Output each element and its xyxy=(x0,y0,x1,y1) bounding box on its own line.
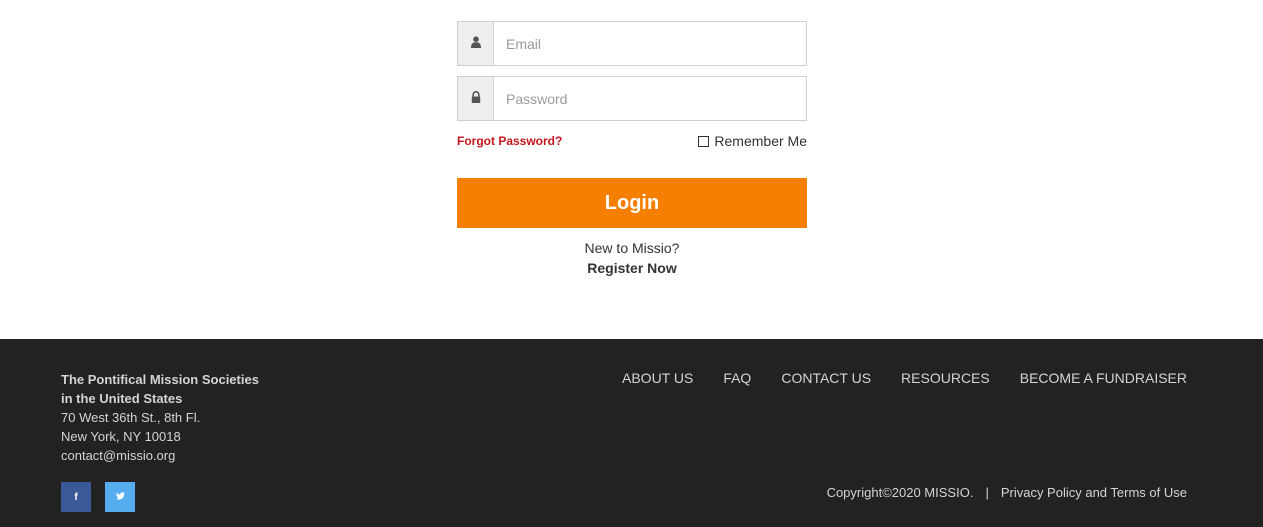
password-input[interactable] xyxy=(494,77,806,120)
nav-about-us[interactable]: ABOUT US xyxy=(622,370,693,386)
lock-icon xyxy=(471,90,481,108)
nav-faq[interactable]: FAQ xyxy=(723,370,751,386)
remember-me-label: Remember Me xyxy=(714,133,807,149)
privacy-link[interactable]: Privacy Policy and Terms of Use xyxy=(1001,485,1187,500)
email-input[interactable] xyxy=(494,22,806,65)
footer: The Pontifical Mission Societies in the … xyxy=(0,339,1263,527)
twitter-button[interactable] xyxy=(105,482,135,512)
footer-nav: ABOUT US FAQ CONTACT US RESOURCES BECOME… xyxy=(622,370,1187,386)
login-form: Forgot Password? Remember Me Login New t… xyxy=(457,21,807,276)
password-addon xyxy=(458,77,494,120)
separator: | xyxy=(985,485,989,500)
org-info: The Pontifical Mission Societies in the … xyxy=(61,370,259,465)
email-field-group xyxy=(457,21,807,66)
facebook-button[interactable]: f xyxy=(61,482,91,512)
forgot-password-link[interactable]: Forgot Password? xyxy=(457,134,562,148)
facebook-icon: f xyxy=(74,491,78,503)
login-options-row: Forgot Password? Remember Me xyxy=(457,129,807,153)
twitter-icon xyxy=(115,491,125,503)
login-button[interactable]: Login xyxy=(457,178,807,228)
address-line2: New York, NY 10018 xyxy=(61,429,181,444)
contact-email[interactable]: contact@missio.org xyxy=(61,446,259,465)
register-link[interactable]: Register Now xyxy=(457,260,807,276)
footer-bottom: Copyright©2020 MISSIO. | Privacy Policy … xyxy=(827,485,1187,500)
org-name-line1: The Pontifical Mission Societies xyxy=(61,372,259,387)
social-links: f xyxy=(61,482,135,512)
address-line1: 70 West 36th St., 8th Fl. xyxy=(61,410,201,425)
copyright: Copyright©2020 MISSIO. xyxy=(826,485,974,500)
email-addon xyxy=(458,22,494,65)
password-field-group xyxy=(457,76,807,121)
nav-become-fundraiser[interactable]: BECOME A FUNDRAISER xyxy=(1020,370,1187,386)
remember-me-checkbox[interactable] xyxy=(698,135,710,147)
org-name-line2: in the United States xyxy=(61,391,183,406)
nav-resources[interactable]: RESOURCES xyxy=(901,370,990,386)
remember-me[interactable]: Remember Me xyxy=(698,133,807,149)
nav-contact-us[interactable]: CONTACT US xyxy=(781,370,871,386)
user-icon xyxy=(470,35,481,53)
new-user-text: New to Missio? xyxy=(584,240,680,256)
